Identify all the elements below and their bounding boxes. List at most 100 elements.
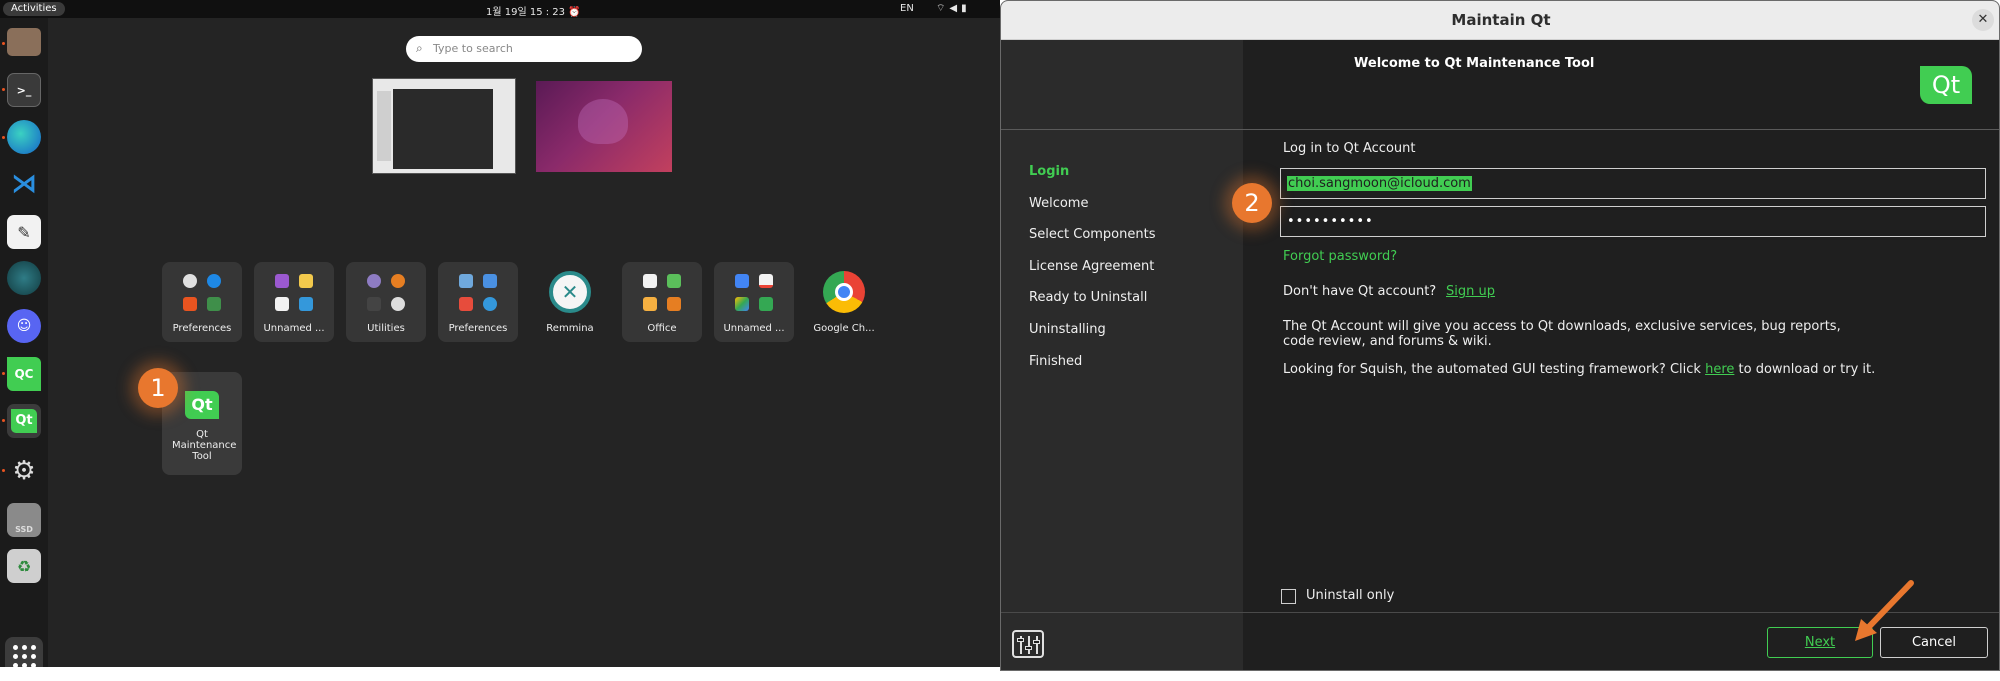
app-label-text: Qt Maintenance Tool (172, 429, 237, 462)
edge-dev-icon[interactable] (7, 120, 41, 154)
google-drive-icon (735, 297, 749, 311)
workspace-thumbnail-1[interactable] (372, 78, 516, 174)
search-placeholder: Type to search (433, 42, 513, 55)
qt-maintenance-icon[interactable]: Qt (7, 404, 41, 438)
disk-usage-icon (391, 274, 405, 288)
qt-creator-icon[interactable]: QC (7, 357, 41, 391)
running-indicator (2, 88, 5, 91)
email-field[interactable]: choi.sangmoon@icloud.com (1280, 168, 1986, 199)
app-label: Preferences (448, 323, 508, 334)
ssd-icon[interactable]: SSD (7, 503, 41, 537)
step-finished: Finished (1029, 354, 1083, 369)
chrome-center-icon (835, 283, 853, 301)
squish-suffix: to download or try it. (1738, 362, 1876, 377)
wifi-icon: ⌔ (936, 3, 950, 14)
discord-icon[interactable]: ☺ (7, 309, 41, 343)
app-label: Utilities (367, 323, 405, 334)
info-text-line-1: The Qt Account will give you access to Q… (1283, 319, 1841, 334)
step-welcome: Welcome (1029, 196, 1089, 211)
sign-up-link[interactable]: Sign up (1446, 284, 1495, 299)
password-value: •••••••••• (1287, 214, 1374, 229)
top-bar: Activities 1월 19일 15 : 23 ⏰ EN ⌔◀▮ (0, 0, 1000, 18)
app-google-chrome[interactable]: Google Ch... (804, 262, 884, 342)
clock-text: 1월 19일 15 : 23 (486, 7, 566, 18)
app-label: Preferences (172, 323, 232, 334)
app-label: Google Ch... (813, 323, 875, 334)
system-monitor-icon (367, 297, 381, 311)
volume-icon: ◀ (949, 3, 962, 14)
display-icon (483, 274, 497, 288)
app-icon[interactable]: ✎ (7, 215, 41, 249)
network-icon (483, 297, 497, 311)
app-folder-unnamed-1[interactable]: Unnamed ... (254, 262, 334, 342)
running-indicator (2, 469, 5, 472)
gitkraken-icon[interactable] (7, 261, 41, 295)
dock: >_ ⋊ ✎ ☺ QC Qt ⚙ SSD ♻ (0, 18, 48, 667)
activities-button[interactable]: Activities (3, 2, 65, 16)
clock[interactable]: 1월 19일 15 : 23 ⏰ (486, 3, 581, 18)
app-folder-preferences[interactable]: Preferences (162, 262, 242, 342)
uninstall-only-label[interactable]: Uninstall only (1306, 588, 1394, 603)
language-indicator[interactable]: EN (900, 3, 914, 14)
header-band (1001, 40, 1999, 130)
app-folder-unnamed-2[interactable]: Unnamed ... (714, 262, 794, 342)
password-field[interactable]: •••••••••• (1280, 206, 1986, 237)
close-button[interactable]: ✕ (1972, 9, 1994, 31)
email-value: choi.sangmoon@icloud.com (1287, 176, 1472, 191)
app-center-icon (183, 274, 197, 288)
utility-icon (367, 274, 381, 288)
info-text-line-2: code review, and forums & wiki. (1283, 334, 1492, 349)
terminal-icon[interactable]: >_ (7, 73, 41, 107)
settings-icon[interactable]: ⚙ (7, 454, 41, 488)
squish-text: Looking for Squish, the automated GUI te… (1283, 362, 1875, 377)
system-tray[interactable]: ⌔◀▮ (936, 2, 971, 15)
app-remmina[interactable]: ✕ Remmina (530, 262, 610, 342)
trash-icon[interactable]: ♻ (7, 549, 41, 583)
app-folder-preferences-2[interactable]: Preferences (438, 262, 518, 342)
step-select-components: Select Components (1029, 227, 1156, 242)
draw-icon (643, 297, 657, 311)
squish-here-link[interactable]: here (1705, 362, 1734, 377)
step-login: Login (1029, 164, 1070, 179)
spreadsheet-icon (667, 274, 681, 288)
arrow-icon (1855, 580, 1914, 641)
driver-icon (207, 297, 221, 311)
step-uninstalling: Uninstalling (1029, 322, 1106, 337)
ubuntu-icon (183, 297, 197, 311)
forgot-password-link[interactable]: Forgot password? (1283, 249, 1397, 264)
vscode-icon[interactable]: ⋊ (7, 167, 41, 201)
squish-prefix: Looking for Squish, the automated GUI te… (1283, 362, 1701, 377)
maintain-qt-window: Maintain Qt ✕ Welcome to Qt Maintenance … (1000, 0, 2000, 671)
running-indicator (2, 136, 5, 139)
workspace-window-preview (377, 91, 391, 161)
search-box[interactable]: ⌕ Type to search (406, 36, 642, 62)
search-icon: ⌕ (416, 41, 423, 55)
uninstall-only-text: Uninstall only (1306, 588, 1395, 603)
running-indicator (2, 419, 5, 422)
step-badge-1: 1 (138, 368, 178, 408)
show-apps-icon[interactable] (5, 637, 43, 667)
chrome-icon (823, 271, 865, 313)
running-indicator (2, 372, 5, 375)
app-label: Unnamed ... (723, 323, 785, 334)
app-label: Remmina (546, 323, 594, 334)
next-label: Next (1804, 635, 1836, 650)
window-title: Maintain Qt (1451, 11, 1551, 29)
google-sheets-icon (759, 297, 773, 311)
app-folder-utilities[interactable]: Utilities (346, 262, 426, 342)
app-folder-office[interactable]: Office (622, 262, 702, 342)
uninstall-only-checkbox[interactable] (1281, 589, 1296, 604)
files-icon[interactable] (7, 28, 41, 56)
login-heading: Log in to Qt Account (1283, 141, 1416, 156)
qt-logo-icon: Qt (185, 391, 219, 419)
workspace-thumbnail-2[interactable] (536, 81, 672, 172)
impress-icon (667, 297, 681, 311)
editor-icon (275, 297, 289, 311)
qt-maintenance-logo: Qt (11, 409, 37, 433)
app-label: Office (647, 323, 677, 334)
settings-sliders-button[interactable] (1012, 630, 1044, 658)
tweaks-icon (459, 274, 473, 288)
alarm-icon: ⏰ (568, 7, 581, 18)
document-icon (643, 274, 657, 288)
window-titlebar: Maintain Qt ✕ (1001, 1, 1999, 40)
